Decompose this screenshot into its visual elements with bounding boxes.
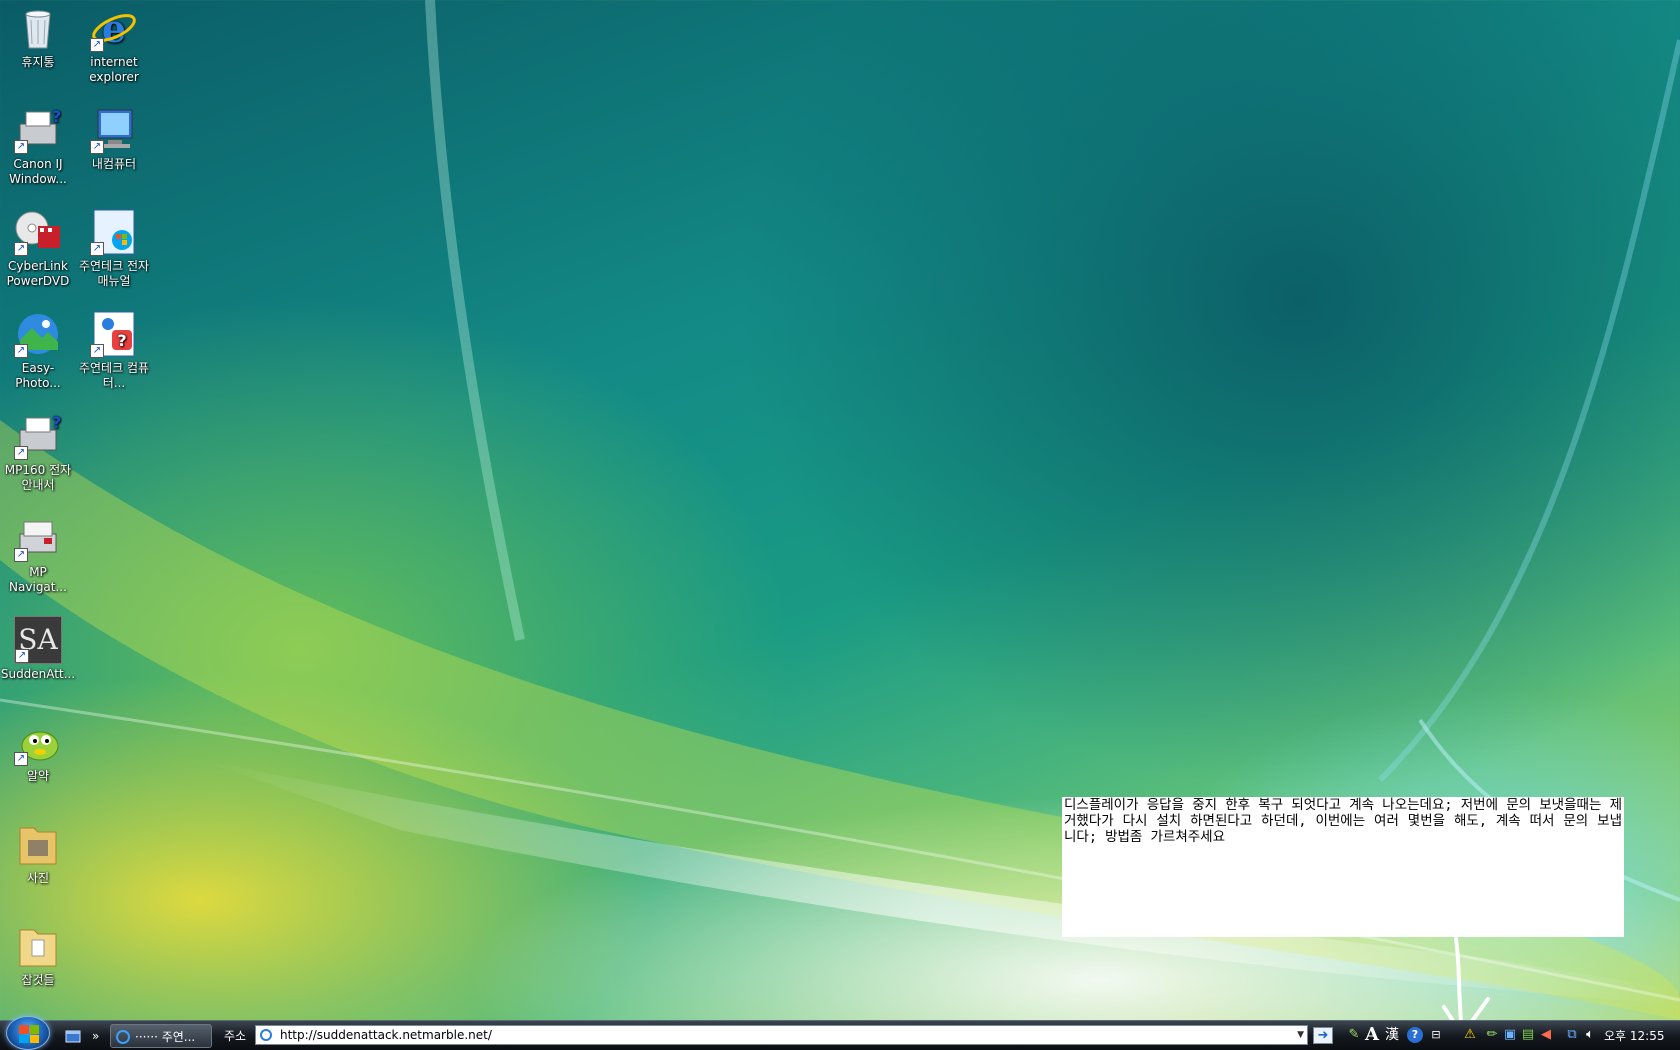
desktop-icon-mp160-manual[interactable]: ? ↗ MP160 전자 안내서 <box>0 412 76 493</box>
arrow-right-icon: ➜ <box>1317 1028 1329 1043</box>
desktop-icon-label: 주연테크 컴퓨터... <box>78 361 150 390</box>
desktop-icon-jooyon-manual[interactable]: ↗ 주연테크 전자 매뉴얼 <box>76 208 152 289</box>
shortcut-arrow-icon: ↗ <box>15 649 29 663</box>
desktop-icon-my-computer[interactable]: ↗ 내컴퓨터 <box>76 106 152 172</box>
chevron-down-icon[interactable]: ▼ <box>1297 1026 1304 1044</box>
desktop-icon-label: 알약 <box>26 769 50 783</box>
computer-icon: ↗ <box>90 106 138 154</box>
help-icon: ? ↗ <box>90 310 138 358</box>
pencil-icon[interactable]: ✏ <box>1484 1027 1500 1043</box>
easy-photo-icon: ↗ <box>14 310 62 358</box>
internet-explorer-icon <box>116 1030 130 1044</box>
canon-printer-icon: ? ↗ <box>14 106 62 154</box>
speaker-icon[interactable]: ◀ <box>1538 1027 1554 1043</box>
desktop-icon-label: MP Navigat... <box>9 565 67 594</box>
shortcut-arrow-icon: ↗ <box>90 38 104 52</box>
desktop-icon-label: MP160 전자 안내서 <box>4 463 72 492</box>
go-button[interactable]: ➜ <box>1313 1027 1333 1044</box>
desktop-icon-alyac[interactable]: ↗ 알약 <box>0 718 76 784</box>
display-settings-icon[interactable]: ⊟ <box>1428 1027 1444 1043</box>
ime-icon[interactable]: ✎ <box>1346 1027 1362 1043</box>
font-a-icon[interactable]: A <box>1364 1026 1380 1044</box>
address-input[interactable]: http://suddenattack.netmarble.net/ ▼ <box>255 1025 1308 1045</box>
connection-icon[interactable]: ⧉ <box>1564 1027 1580 1043</box>
shortcut-arrow-icon: ↗ <box>90 344 104 358</box>
svg-text:e: e <box>102 6 126 51</box>
folder-icon <box>14 922 62 970</box>
shortcut-arrow-icon: ↗ <box>90 242 104 256</box>
page-icon <box>260 1029 272 1041</box>
folder-icon <box>14 820 62 868</box>
address-value: http://suddenattack.netmarble.net/ <box>280 1028 492 1042</box>
windows-logo-icon <box>19 1025 39 1043</box>
desktop-icon-label: 잡것들 <box>21 973 55 987</box>
svg-text:?: ? <box>52 107 61 126</box>
note-text: 디스플레이가 응답을 중지 한후 복구 되엇다고 계속 나오는데요; 저번에 문… <box>1064 797 1622 845</box>
manual-icon: ↗ <box>90 208 138 256</box>
mp-navigator-icon: ↗ <box>14 514 62 562</box>
desktop-icon-label: CyberLink PowerDVD <box>6 259 70 288</box>
shortcut-arrow-icon: ↗ <box>14 242 28 256</box>
start-button[interactable] <box>6 1016 50 1050</box>
desktop-icon-recycle-bin[interactable]: 휴지통 <box>0 4 76 70</box>
show-desktop-icon[interactable] <box>64 1024 82 1048</box>
desktop-icon-label: Easy-Photo... <box>15 361 61 390</box>
help-icon[interactable]: ? <box>1407 1027 1423 1043</box>
network-icon[interactable]: ▣ <box>1502 1027 1518 1043</box>
desktop-icon-canon-ij[interactable]: ? ↗ Canon IJ Window... <box>0 106 76 187</box>
desktop-icon-internet-explorer[interactable]: e ↗ internet explorer <box>76 4 152 85</box>
warning-icon[interactable]: ⚠ <box>1462 1027 1478 1043</box>
desktop-icon-easy-photo[interactable]: ↗ Easy-Photo... <box>0 310 76 391</box>
shortcut-arrow-icon: ↗ <box>90 140 104 154</box>
desktop-icon-label: 사진 <box>26 871 50 885</box>
note-textbox: 디스플레이가 응답을 중지 한후 복구 되엇다고 계속 나오는데요; 저번에 문… <box>1062 797 1624 937</box>
desktop-icon-label: internet explorer <box>89 55 139 84</box>
svg-text:?: ? <box>117 331 126 350</box>
desktop-icon-sudden-attack[interactable]: SA ↗ SuddenAtt... <box>0 616 76 682</box>
desktop-icon-label: Canon IJ Window... <box>9 157 67 186</box>
desktop-icon-photos-folder[interactable]: 사진 <box>0 820 76 886</box>
desktop-icon-mp-navigator[interactable]: ↗ MP Navigat... <box>0 514 76 595</box>
taskbar-button-ie-window[interactable]: ······ 주연... <box>110 1024 212 1048</box>
printer-manual-icon: ? ↗ <box>14 412 62 460</box>
internet-explorer-icon: e ↗ <box>90 4 138 52</box>
address-label: 주소 <box>224 1029 247 1043</box>
shortcut-arrow-icon: ↗ <box>14 344 28 358</box>
network-status-icon[interactable]: ▤ <box>1520 1027 1536 1043</box>
volume-icon[interactable]: 🔈︎ <box>1582 1027 1598 1043</box>
hanja-icon[interactable]: 漢 <box>1384 1027 1400 1043</box>
sudden-attack-icon: SA ↗ <box>14 616 62 664</box>
shortcut-arrow-icon: ↗ <box>14 548 28 562</box>
desktop-icon-label: 내컴퓨터 <box>91 157 137 171</box>
recycle-bin-icon <box>14 4 62 52</box>
desktop-icon-powerdvd[interactable]: ↗ CyberLink PowerDVD <box>0 208 76 289</box>
quicklaunch-chevron[interactable]: » <box>92 1024 102 1048</box>
task-button-label: ······ 주연... <box>135 1030 196 1044</box>
shortcut-arrow-icon: ↗ <box>14 140 28 154</box>
shortcut-arrow-icon: ↗ <box>14 446 28 460</box>
desktop-icon-jooyon-computer[interactable]: ? ↗ 주연테크 컴퓨터... <box>76 310 152 391</box>
desktop-icon-label: SuddenAtt... <box>0 667 76 681</box>
desktop-icon-label: 휴지통 <box>21 55 55 69</box>
powerdvd-icon: ↗ <box>14 208 62 256</box>
desktop-icon-misc-folder[interactable]: 잡것들 <box>0 922 76 988</box>
shortcut-arrow-icon: ↗ <box>14 752 28 766</box>
svg-text:?: ? <box>52 413 61 432</box>
desktop-icon-label: 주연테크 전자 매뉴얼 <box>78 259 150 288</box>
alyac-icon: ↗ <box>14 718 62 766</box>
clock[interactable]: 오후 12:55 <box>1604 1024 1664 1048</box>
